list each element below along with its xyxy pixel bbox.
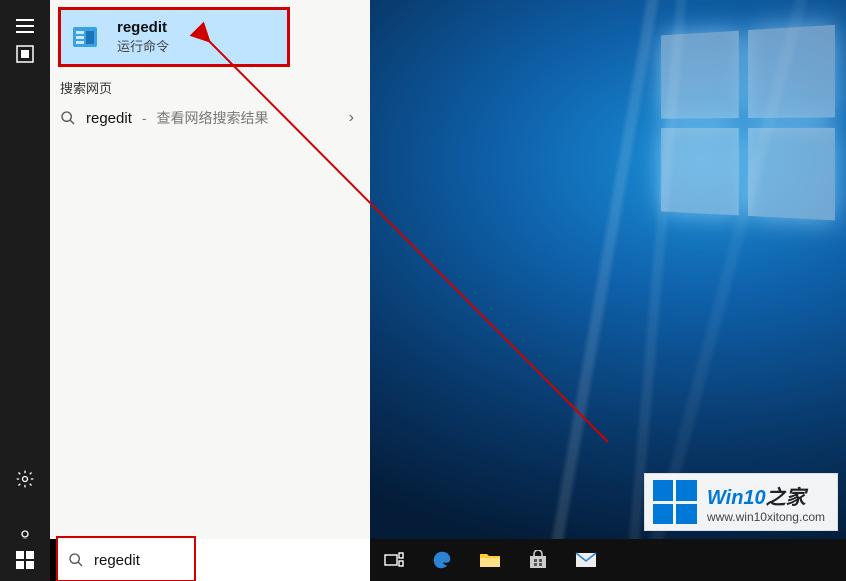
windows-logo-graphic (661, 24, 846, 236)
best-match-subtitle: 运行命令 (117, 36, 169, 55)
search-input[interactable] (94, 552, 334, 569)
web-result-separator: - (142, 110, 147, 126)
start-left-rail (0, 0, 50, 581)
taskbar (370, 539, 846, 581)
watermark-logo-icon (653, 480, 697, 524)
settings-icon[interactable] (0, 455, 50, 503)
taskbar-search-box[interactable] (58, 539, 370, 581)
best-match-result[interactable]: regedit 运行命令 (58, 7, 290, 67)
mail-icon[interactable] (562, 539, 610, 581)
web-search-result[interactable]: regedit - 查看网络搜索结果 › (60, 100, 360, 136)
watermark-title: Win10之家 (707, 481, 825, 510)
regedit-icon (69, 20, 103, 54)
web-section-header: 搜索网页 (60, 78, 112, 97)
web-result-query: regedit (86, 110, 132, 127)
desktop-wallpaper[interactable] (370, 0, 846, 539)
web-result-hint: 查看网络搜索结果 (157, 108, 269, 128)
edge-icon[interactable] (418, 539, 466, 581)
store-icon[interactable] (514, 539, 562, 581)
best-match-title: regedit (117, 19, 169, 36)
task-view-button[interactable] (370, 539, 418, 581)
rail-pinned-icon[interactable] (0, 30, 50, 78)
file-explorer-icon[interactable] (466, 539, 514, 581)
search-icon (60, 110, 76, 126)
watermark-badge: Win10之家 www.win10xitong.com (644, 473, 838, 531)
start-search-panel: regedit 运行命令 搜索网页 regedit - 查看网络搜索结果 › (50, 0, 370, 539)
search-icon (68, 552, 84, 568)
chevron-right-icon: › (349, 109, 354, 127)
best-match-text: regedit 运行命令 (117, 19, 169, 55)
watermark-url: www.win10xitong.com (707, 510, 825, 524)
start-button[interactable] (0, 539, 50, 581)
